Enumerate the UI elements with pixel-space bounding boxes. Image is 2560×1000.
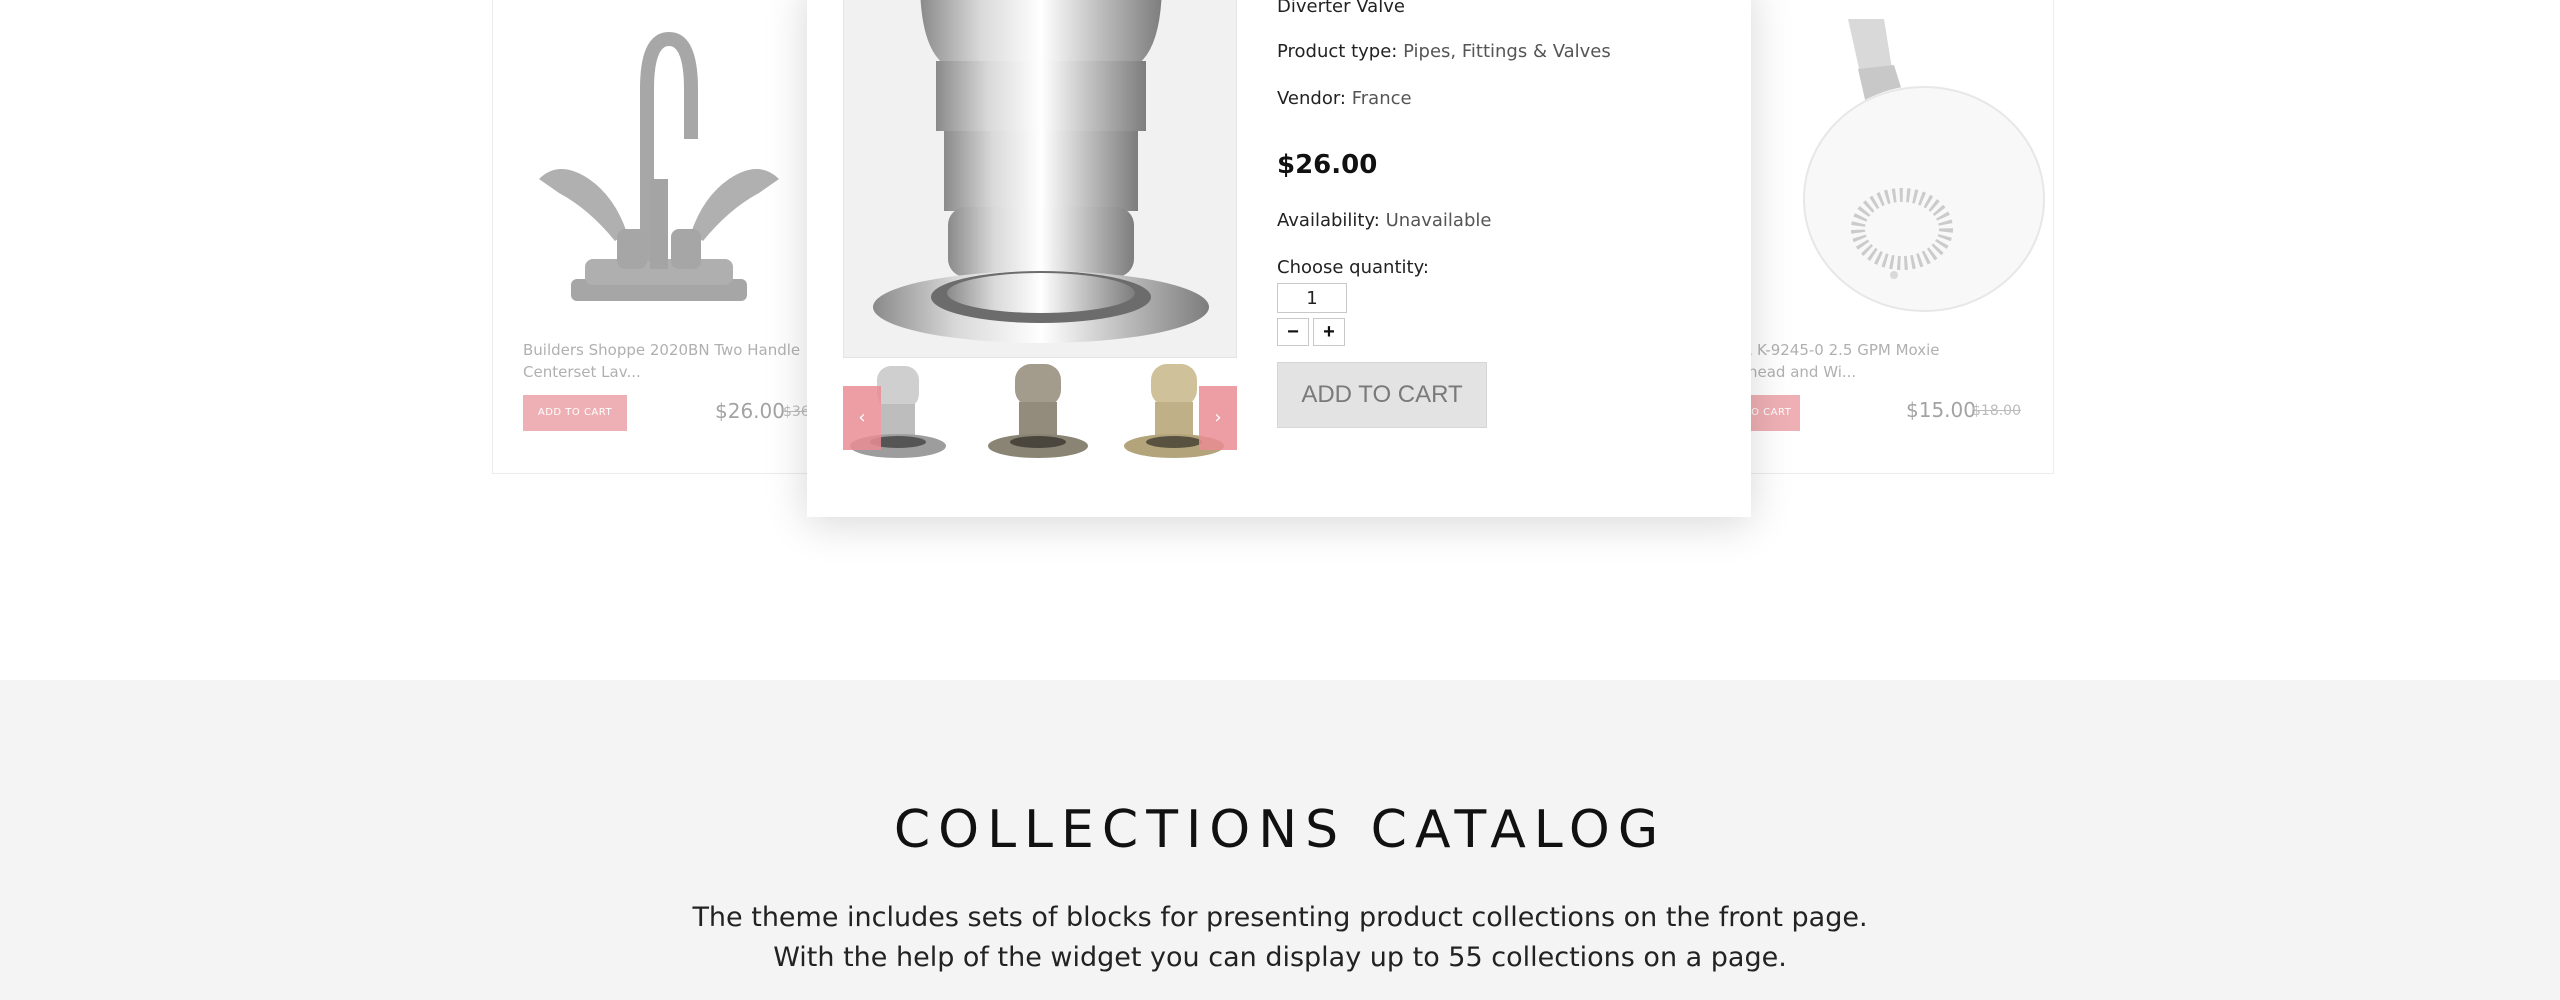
vendor-row: Vendor: France bbox=[1277, 88, 1412, 109]
quantity-input[interactable] bbox=[1277, 283, 1347, 313]
thumbnail-brushed-nickel[interactable] bbox=[983, 360, 1093, 462]
product-card[interactable]: LER K-9245-0 2.5 GPM Moxie verhead and W… bbox=[1724, 0, 2054, 474]
availability-label: Availability: bbox=[1277, 210, 1380, 231]
product-type-link[interactable]: Pipes, Fittings & Valves bbox=[1403, 41, 1611, 62]
thumbnail-carousel: ‹ › bbox=[843, 360, 1237, 462]
vendor-label: Vendor: bbox=[1277, 88, 1346, 109]
overlay-veil bbox=[1724, 0, 2053, 473]
quantity-label: Choose quantity: bbox=[1277, 257, 1429, 278]
add-to-cart-button[interactable]: ADD TO CART bbox=[1277, 362, 1487, 428]
product-price: $26.00 bbox=[1277, 150, 1378, 180]
availability-value: Unavailable bbox=[1385, 210, 1492, 231]
quick-view-modal: ‹ › Diverter Valve Product type: Pipes, … bbox=[807, 0, 1751, 517]
product-type-row: Product type: Pipes, Fittings & Valves bbox=[1277, 41, 1611, 62]
collections-catalog-section: COLLECTIONS CATALOG The theme includes s… bbox=[0, 680, 2560, 1000]
product-card[interactable]: Builders Shoppe 2020BN Two Handle Center… bbox=[492, 0, 822, 474]
quantity-increase-button[interactable]: + bbox=[1313, 318, 1345, 346]
section-title: COLLECTIONS CATALOG bbox=[893, 800, 1667, 860]
product-main-image bbox=[843, 0, 1237, 358]
diverter-valve-image bbox=[873, 0, 1209, 343]
carousel-prev-button[interactable]: ‹ bbox=[843, 386, 881, 450]
section-description-line: With the help of the widget you can disp… bbox=[773, 942, 1787, 973]
section-description-line: The theme includes sets of blocks for pr… bbox=[692, 902, 1868, 933]
vendor-link[interactable]: France bbox=[1352, 88, 1412, 109]
product-type-label: Product type: bbox=[1277, 41, 1398, 62]
overlay-veil bbox=[493, 0, 822, 473]
product-title: Diverter Valve bbox=[1277, 0, 1405, 17]
carousel-next-button[interactable]: › bbox=[1199, 386, 1237, 450]
quantity-decrease-button[interactable]: − bbox=[1277, 318, 1309, 346]
availability-row: Availability: Unavailable bbox=[1277, 210, 1491, 231]
thumbnail-nickel-image bbox=[988, 364, 1088, 458]
